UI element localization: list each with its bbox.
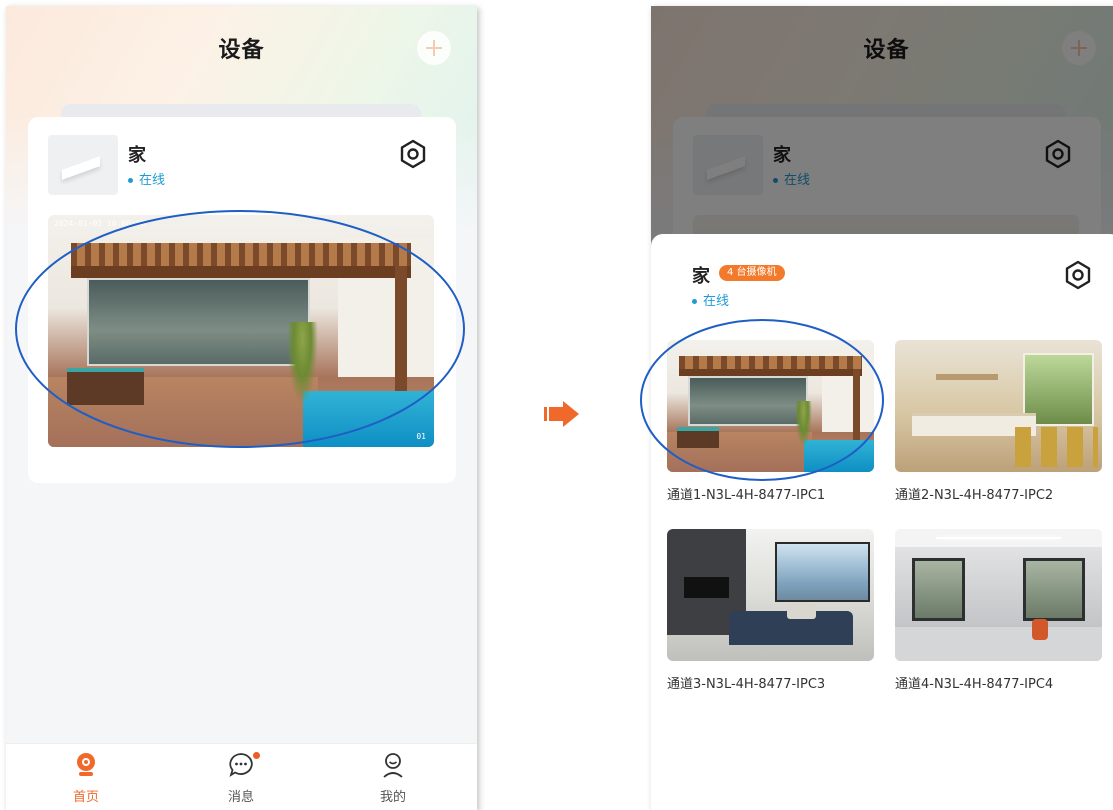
scene-window xyxy=(774,542,870,602)
scene-window-right xyxy=(1023,558,1086,622)
profile-icon xyxy=(383,753,403,778)
left-phone-screen: 设备 家 在线 2024-01-01 10:00:00 01 首页 消息 我的 xyxy=(6,6,477,810)
nav-profile[interactable]: 我的 xyxy=(348,752,438,805)
scene-sofa xyxy=(677,427,719,449)
nav-profile-label: 我的 xyxy=(379,790,406,805)
scene-plant xyxy=(287,321,319,406)
channel-2-label: 通道2-N3L-4H-8477-IPC2 xyxy=(895,488,1054,503)
channel-3-label: 通道3-N3L-4H-8477-IPC3 xyxy=(667,677,826,692)
scene-light xyxy=(936,536,1061,539)
channel-tile-1[interactable]: 通道1-N3L-4H-8477-IPC1 xyxy=(667,340,874,503)
site-card[interactable]: 家 在线 2024-01-01 10:00:00 01 xyxy=(28,117,456,483)
camera-preview[interactable]: 2024-01-01 10:00:00 01 xyxy=(48,215,434,447)
add-device-button[interactable] xyxy=(417,31,451,65)
scene-sofa xyxy=(67,368,145,406)
scene-post xyxy=(853,369,860,443)
scene-glass-door xyxy=(86,277,311,366)
message-icon xyxy=(229,753,253,778)
scene-plant xyxy=(795,400,812,449)
settings-hexagon-icon[interactable] xyxy=(1063,260,1093,290)
sheet-status: 在线 xyxy=(692,290,729,309)
channel-tile-2[interactable]: 通道2-N3L-4H-8477-IPC2 xyxy=(895,340,1102,503)
unread-badge xyxy=(253,752,260,759)
nvr-device-image xyxy=(62,156,100,180)
preview-timestamp: 2024-01-01 10:00:00 xyxy=(54,219,146,228)
nav-messages-label: 消息 xyxy=(227,790,254,805)
online-dot xyxy=(692,299,697,304)
channel-tile-3[interactable]: 通道3-N3L-4H-8477-IPC3 xyxy=(667,529,874,692)
channel-4-preview[interactable] xyxy=(895,529,1102,661)
channel-3-preview[interactable] xyxy=(667,529,874,661)
scene-pool xyxy=(803,440,874,472)
scene-beam xyxy=(71,266,411,278)
site-name: 家 xyxy=(128,145,146,166)
bottom-navigation: 首页 消息 我的 xyxy=(6,743,477,810)
channel-sheet: 家 4 台摄像机 在线 通道1-N3L-4H-8477-IPC1 通道2-N3L… xyxy=(651,234,1113,810)
channel-1-preview[interactable] xyxy=(667,340,874,472)
nvr-thumbnail xyxy=(48,135,118,195)
scene-stools xyxy=(1015,427,1098,467)
camera-count-badge: 4 台摄像机 xyxy=(719,265,785,281)
page-title: 设备 xyxy=(218,38,265,63)
scene-chair xyxy=(1031,618,1049,640)
nav-home-label: 首页 xyxy=(72,790,99,805)
channel-1-label: 通道1-N3L-4H-8477-IPC1 xyxy=(667,488,826,503)
nav-home[interactable]: 首页 xyxy=(41,752,131,805)
scene-post xyxy=(395,266,407,396)
site-status: 在线 xyxy=(128,169,165,188)
preview-channel-tag: 01 xyxy=(416,432,426,441)
online-dot xyxy=(128,178,133,183)
channel-tile-4[interactable]: 通道4-N3L-4H-8477-IPC4 xyxy=(895,529,1102,692)
home-camera-icon xyxy=(77,753,95,776)
scene-glass-door xyxy=(687,375,808,426)
scene-beam xyxy=(679,369,862,376)
sheet-site-name: 家 xyxy=(692,266,710,287)
site-status-text: 在线 xyxy=(139,173,166,188)
settings-hexagon-icon[interactable] xyxy=(398,139,428,169)
sheet-status-text: 在线 xyxy=(703,294,730,309)
right-phone-screen: 设备 家 在线 家 4 台摄像机 在线 xyxy=(651,6,1113,810)
channel-4-label: 通道4-N3L-4H-8477-IPC4 xyxy=(895,677,1054,692)
scene-cushion xyxy=(787,602,817,619)
scene-window-left xyxy=(911,558,966,622)
scene-tv xyxy=(683,576,730,598)
arrow-right-icon xyxy=(544,401,579,427)
nav-messages[interactable]: 消息 xyxy=(196,752,286,805)
channel-2-preview[interactable] xyxy=(895,340,1102,472)
scene-floor xyxy=(895,626,1102,661)
scene-pool xyxy=(302,391,434,447)
scene-shelf xyxy=(936,374,999,380)
